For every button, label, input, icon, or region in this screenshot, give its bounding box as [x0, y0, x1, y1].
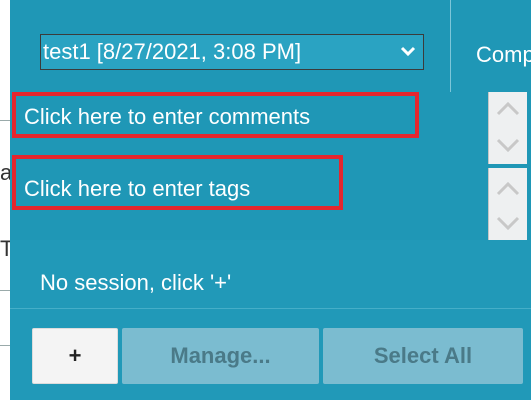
scroll-down-icon[interactable] — [494, 214, 522, 234]
scroll-up-icon[interactable] — [494, 178, 522, 198]
chevron-down-icon — [400, 46, 416, 57]
manage-button[interactable]: Manage... — [122, 328, 319, 384]
session-dropdown-value: test1 [8/27/2021, 3:08 PM] — [43, 39, 302, 64]
tags-scrollbar[interactable] — [488, 168, 527, 240]
tags-highlight — [12, 155, 343, 210]
compare-tab[interactable]: Comp — [476, 42, 531, 68]
comments-highlight — [12, 92, 419, 138]
session-dropdown[interactable]: test1 [8/27/2021, 3:08 PM] — [40, 34, 424, 70]
session-status-text: No session, click '+' — [40, 270, 232, 295]
tags-field[interactable]: Click here to enter tags — [10, 155, 531, 240]
session-panel: test1 [8/27/2021, 3:08 PM] Comp Click he… — [10, 0, 531, 400]
scroll-down-icon[interactable] — [494, 136, 522, 156]
comments-scrollbar[interactable] — [488, 92, 527, 164]
add-session-button[interactable]: + — [32, 328, 118, 384]
section-divider — [10, 308, 531, 309]
toolbar-divider — [450, 0, 451, 92]
scroll-up-icon[interactable] — [494, 98, 522, 118]
session-toolbar: test1 [8/27/2021, 3:08 PM] Comp — [10, 0, 531, 93]
select-all-button[interactable]: Select All — [323, 328, 523, 384]
comments-field[interactable]: Click here to enter comments — [10, 92, 531, 164]
